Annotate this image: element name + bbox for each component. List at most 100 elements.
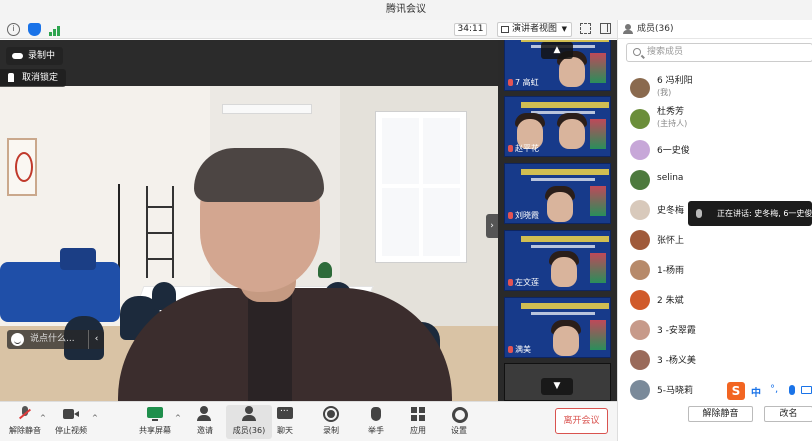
chat-quick-input[interactable]: 说点什么... ‹ [7, 330, 104, 349]
stop-video-label: 停止视频 [55, 426, 87, 435]
avatar [630, 350, 650, 370]
scroll-down-button[interactable]: ▼ [541, 378, 573, 395]
share-screen-button[interactable]: 共享屏幕 [132, 405, 178, 439]
camera-icon [63, 406, 79, 422]
member-role: (主持人) [657, 119, 688, 128]
members-panel-title: 成员(36) [637, 24, 674, 34]
emoji-icon[interactable] [11, 333, 24, 346]
avatar [630, 380, 650, 400]
member-row[interactable]: 杜秀芳 (主持人) [618, 107, 812, 131]
avatar [630, 230, 650, 250]
participant-name: 左文莲 [515, 278, 539, 287]
invite-icon [197, 406, 213, 422]
leave-meeting-button[interactable]: 离开会议 [555, 408, 608, 434]
share-screen-label: 共享屏幕 [139, 426, 171, 435]
participant-name: 满美 [515, 345, 531, 354]
mic-muted-icon [508, 145, 513, 152]
settings-button[interactable]: 设置 [436, 405, 482, 439]
member-row[interactable]: 张怀上 [618, 228, 812, 252]
settings-label: 设置 [451, 426, 467, 435]
chat-label: 聊天 [277, 426, 293, 435]
member-name: 张怀上 [657, 236, 685, 246]
mic-muted-icon [508, 346, 513, 353]
mic-options-caret[interactable]: ^ [40, 414, 46, 422]
apps-button[interactable]: 应用 [395, 405, 441, 439]
scroll-up-button[interactable]: ▲ [541, 42, 573, 59]
unmute-button[interactable]: 解除静音 [2, 405, 48, 439]
member-name: 1-杨雨 [657, 266, 684, 276]
member-row[interactable]: 3 -安翠霞 [618, 318, 812, 342]
layout-icon[interactable] [600, 23, 611, 34]
member-row[interactable]: 2 朱斌 [618, 288, 812, 312]
meeting-timer: 34:11 [454, 23, 487, 36]
chevron-left-icon[interactable]: ‹ [88, 330, 104, 349]
keyboard-icon[interactable] [801, 386, 812, 394]
apps-icon [410, 406, 426, 422]
member-row[interactable]: 6一史俊 [618, 138, 812, 162]
members-panel: 成员(36) 搜索成员 6 冯利阳 (我) 杜秀芳 (主持人) 6一史俊 selin… [617, 20, 812, 441]
info-icon[interactable]: i [7, 23, 20, 36]
avatar [630, 140, 650, 160]
invite-label: 邀请 [197, 426, 213, 435]
avatar [630, 109, 650, 129]
members-panel-header: 成员(36) [618, 20, 812, 39]
member-row[interactable]: 1-杨雨 [618, 258, 812, 282]
shield-icon[interactable] [28, 23, 41, 36]
stop-video-button[interactable]: 停止视频 [48, 405, 94, 439]
member-row[interactable]: selina [618, 168, 812, 192]
unpin-button[interactable]: 取消锁定 [0, 69, 67, 87]
participant-name: 刘晓霞 [515, 211, 539, 220]
participant-thumbnail[interactable]: 满美 [504, 297, 611, 358]
participant-thumbnail[interactable]: 赵平花 [504, 96, 611, 157]
raise-hand-button[interactable]: 举手 [353, 405, 399, 439]
video-options-caret[interactable]: ^ [92, 414, 98, 422]
chat-placeholder: 说点什么... [30, 334, 75, 344]
apps-label: 应用 [410, 426, 426, 435]
participant-thumbnail[interactable]: 左文莲 [504, 230, 611, 291]
view-mode-dropdown[interactable]: 演讲者视图 ▼ [497, 22, 572, 37]
search-placeholder: 搜索成员 [647, 47, 684, 57]
avatar [630, 290, 650, 310]
mic-icon[interactable] [789, 385, 795, 395]
participant-name: 赵平花 [515, 144, 539, 153]
avatar [630, 260, 650, 280]
rename-button[interactable]: 改名 [764, 406, 812, 422]
record-label: 录制 [323, 426, 339, 435]
participant-thumbnail[interactable]: 刘晓霞 [504, 163, 611, 224]
speaker-video: 录制中 取消锁定 说点什么... ‹ › [0, 40, 498, 401]
member-name: 杜秀芳 [657, 107, 685, 117]
signal-icon[interactable] [49, 23, 62, 36]
chevron-down-icon: ▼ [561, 25, 567, 33]
search-icon [633, 48, 641, 56]
member-row[interactable]: 6 冯利阳 (我) [618, 76, 812, 100]
ime-language[interactable]: 中 [751, 384, 761, 399]
input-method-bar[interactable]: S 中 °, [727, 382, 812, 400]
recording-indicator: 录制中 [6, 47, 64, 65]
raise-hand-label: 举手 [368, 426, 384, 435]
share-options-caret[interactable]: ^ [175, 414, 181, 422]
recording-label: 录制中 [28, 51, 56, 61]
invite-button[interactable]: 邀请 [182, 405, 228, 439]
member-name: 3 -安翠霞 [657, 326, 696, 336]
unmute-all-button[interactable]: 解除静音 [688, 406, 753, 422]
member-search-input[interactable]: 搜索成员 [626, 43, 812, 62]
chat-button[interactable]: 聊天 [262, 404, 308, 439]
collapse-strip-button[interactable]: › [486, 214, 498, 238]
ime-punctuation[interactable]: °, [770, 384, 778, 395]
member-name: 6 冯利阳 [657, 76, 693, 86]
view-mode-label: 演讲者视图 [512, 24, 558, 34]
fullscreen-icon[interactable] [580, 23, 591, 34]
member-name: 3 -杨义美 [657, 356, 696, 366]
chat-icon [277, 404, 293, 422]
speaking-text: 正在讲话: 史冬梅, 6一史俊 [717, 209, 812, 218]
thumbnail-strip[interactable]: 7 高虹 ▲ 赵平花 刘晓霞 左文莲 满美 ▼ [498, 40, 617, 401]
avatar [630, 78, 650, 98]
member-name: selina [657, 173, 684, 183]
mic-muted-icon [508, 212, 513, 219]
mic-muted-icon [17, 406, 33, 422]
participant-name: 7 高虹 [515, 78, 539, 87]
member-row[interactable]: 3 -杨义美 [618, 348, 812, 372]
unpin-label: 取消锁定 [22, 73, 59, 83]
record-button[interactable]: 录制 [308, 405, 354, 439]
cloud-icon [12, 53, 23, 59]
